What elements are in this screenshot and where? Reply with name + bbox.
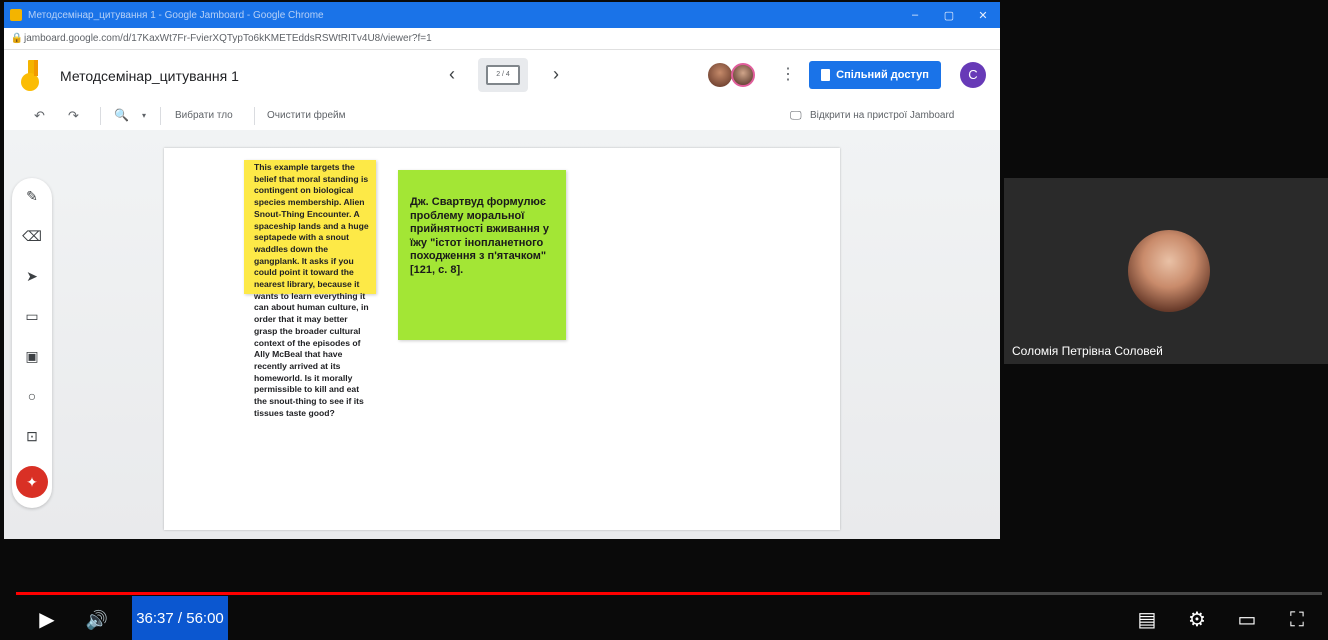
volume-icon[interactable]: 🔊	[82, 600, 112, 640]
more-options-icon[interactable]: ⋮	[780, 64, 796, 84]
redo-icon[interactable]: ↷	[68, 108, 79, 124]
undo-icon[interactable]: ↶	[34, 108, 45, 124]
divider	[254, 107, 255, 125]
play-icon[interactable]: ▶	[32, 600, 62, 640]
share-label: Спільний доступ	[836, 69, 929, 81]
url-text[interactable]: jamboard.google.com/d/17KaxWt7Fr-FvierXQ…	[24, 33, 432, 44]
sticky-note-icon[interactable]: ▭	[22, 306, 42, 326]
ukrainian-note-text: Дж. Свартвуд формулює проблему моральної…	[410, 196, 549, 276]
close-icon[interactable]: ✕	[966, 9, 1000, 22]
minimize-icon[interactable]: –	[898, 9, 932, 21]
progress-fill	[16, 592, 871, 595]
sticky-note-green[interactable]: Дж. Свартвуд формулює проблему моральної…	[398, 170, 566, 340]
jamboard-favicon-icon	[10, 9, 22, 21]
participant-avatar	[1128, 230, 1210, 312]
frame-bar-button[interactable]: 2 / 4	[478, 58, 528, 92]
textbox-icon[interactable]: ⊡	[22, 426, 42, 446]
divider	[160, 107, 161, 125]
jamboard-toolbar: ↶ ↷ 🔍 ▾ Вибрати тло Очистити фрейм 🖵 Від…	[4, 102, 1000, 130]
zoom-icon[interactable]: 🔍	[114, 108, 129, 122]
collaborator-avatar[interactable]	[731, 63, 755, 87]
maximize-icon[interactable]: ▢	[932, 9, 966, 22]
laser-icon[interactable]: ✦	[16, 466, 48, 498]
subtitles-icon[interactable]: ▤	[1132, 600, 1162, 640]
next-frame-icon[interactable]: ›	[544, 62, 568, 86]
lock-icon: 🔒	[10, 33, 24, 44]
eraser-icon[interactable]: ⌫	[22, 226, 42, 246]
canvas-area: ✎ ⌫ ➤ ▭ ▣ ○ ⊡ ✦ This example targets the…	[4, 130, 1000, 539]
image-icon[interactable]: ▣	[22, 346, 42, 366]
set-background-button[interactable]: Вибрати тло	[175, 110, 233, 121]
progress-bar[interactable]	[16, 592, 1322, 595]
time-display: 36:37 / 56:00	[132, 596, 228, 640]
document-title[interactable]: Методсемінар_цитування 1	[60, 68, 239, 84]
address-bar[interactable]: 🔒 jamboard.google.com/d/17KaxWt7Fr-Fvier…	[4, 28, 1000, 50]
divider	[100, 107, 101, 125]
participant-tile: Соломія Петрівна Соловей	[1004, 178, 1328, 364]
open-on-device-button[interactable]: Відкрити на пристрої Jamboard	[810, 110, 954, 121]
shape-icon[interactable]: ○	[22, 386, 42, 406]
pen-icon[interactable]: ✎	[22, 186, 42, 206]
settings-icon[interactable]: ⚙	[1182, 600, 1212, 640]
frame-indicator: 2 / 4	[486, 65, 520, 85]
jam-frame[interactable]: This example targets the belief that mor…	[164, 148, 840, 530]
tool-palette: ✎ ⌫ ➤ ▭ ▣ ○ ⊡ ✦	[12, 178, 52, 508]
collaborator-avatar[interactable]	[708, 63, 732, 87]
account-avatar[interactable]: C	[960, 62, 986, 88]
video-player: Методсемінар_цитування 1 - Google Jamboa…	[0, 0, 1328, 640]
cast-icon[interactable]: 🖵	[790, 108, 802, 123]
fullscreen-icon[interactable]: ⛶	[1282, 600, 1312, 640]
browser-window: Методсемінар_цитування 1 - Google Jamboa…	[4, 2, 1000, 539]
jamboard-appbar: Методсемінар_цитування 1 ‹ 2 / 4 › ⋮ Спі…	[4, 50, 1000, 102]
jamboard-logo-icon	[21, 60, 39, 91]
english-quote-text[interactable]: This example targets the belief that mor…	[254, 162, 372, 419]
participant-name: Соломія Петрівна Соловей	[1012, 344, 1163, 358]
select-icon[interactable]: ➤	[22, 266, 42, 286]
browser-titlebar: Методсемінар_цитування 1 - Google Jamboa…	[4, 2, 1000, 28]
miniplayer-icon[interactable]: ▭	[1232, 600, 1262, 640]
clear-frame-button[interactable]: Очистити фрейм	[267, 110, 346, 121]
previous-frame-icon[interactable]: ‹	[440, 62, 464, 86]
chevron-down-icon[interactable]: ▾	[142, 111, 146, 120]
share-button[interactable]: Спільний доступ	[809, 61, 941, 89]
document-icon	[821, 69, 831, 81]
window-title: Методсемінар_цитування 1 - Google Jamboa…	[28, 9, 324, 21]
